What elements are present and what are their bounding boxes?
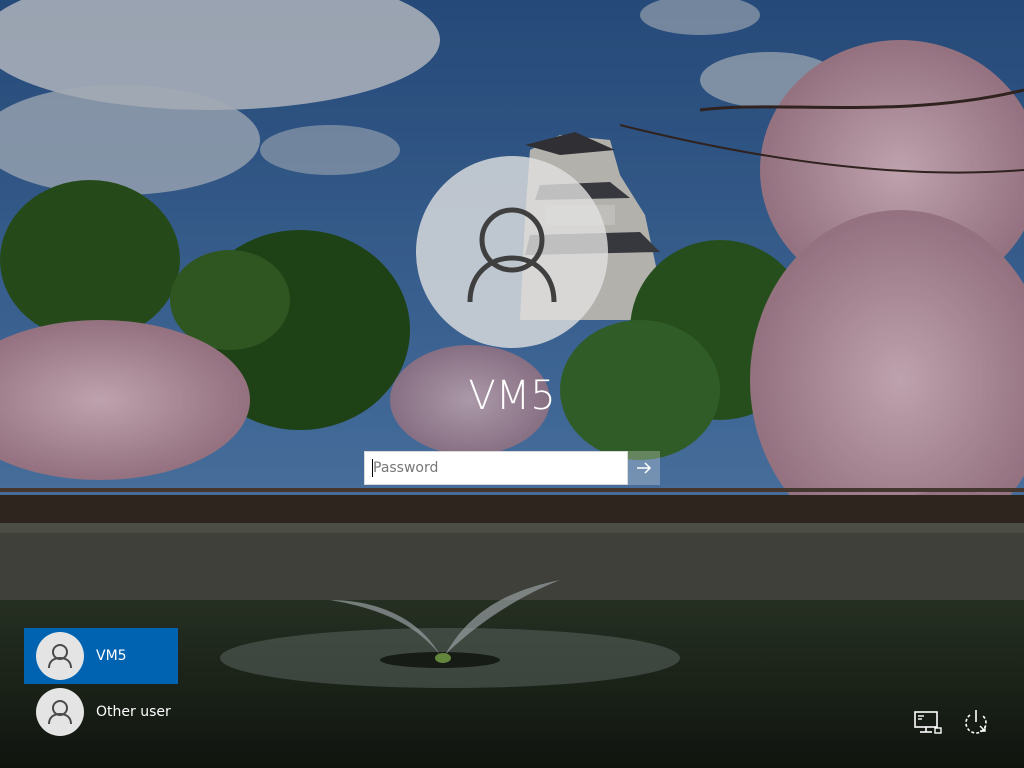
- network-icon: [914, 711, 942, 734]
- submit-button[interactable]: [628, 451, 660, 485]
- password-field[interactable]: [364, 451, 628, 485]
- power-button[interactable]: [960, 706, 992, 738]
- user-icon: [467, 207, 557, 303]
- network-button[interactable]: [912, 706, 944, 738]
- password-input[interactable]: [365, 452, 627, 484]
- user-icon: [48, 644, 72, 669]
- text-caret: [372, 459, 373, 477]
- user-icon: [48, 700, 72, 725]
- user-tile-vm5[interactable]: VM5: [24, 628, 178, 684]
- user-tile-avatar: [36, 632, 84, 680]
- power-icon: [965, 710, 987, 734]
- user-tile-label: Other user: [96, 704, 171, 720]
- user-avatar-large: [416, 156, 608, 348]
- user-tile-avatar: [36, 688, 84, 736]
- signed-user-name: VM5: [468, 373, 556, 419]
- user-tile-label: VM5: [96, 648, 127, 664]
- user-tile-other-user[interactable]: Other user: [24, 684, 178, 740]
- arrow-right-icon: [637, 462, 652, 474]
